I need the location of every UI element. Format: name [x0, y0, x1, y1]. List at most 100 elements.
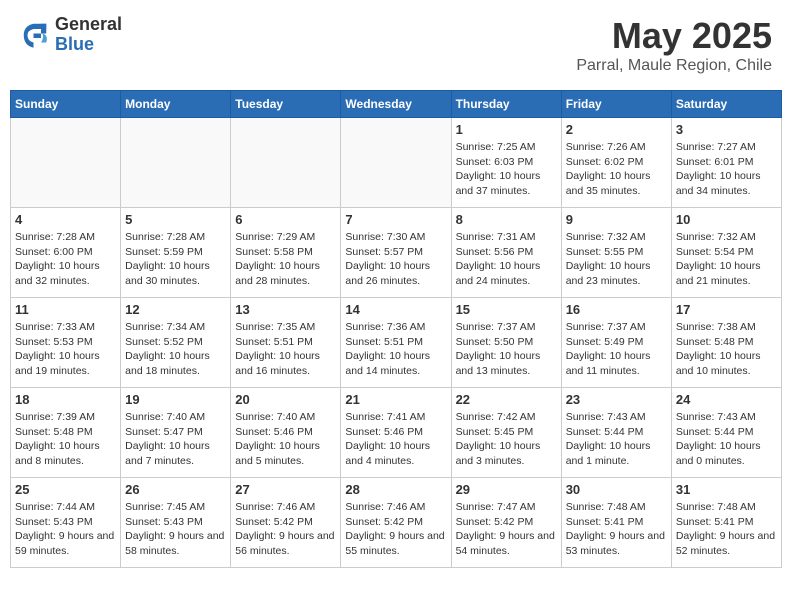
day-number: 16 [566, 302, 667, 317]
calendar-cell: 15Sunrise: 7:37 AM Sunset: 5:50 PM Dayli… [451, 298, 561, 388]
day-info: Sunrise: 7:27 AM Sunset: 6:01 PM Dayligh… [676, 140, 777, 199]
day-info: Sunrise: 7:40 AM Sunset: 5:47 PM Dayligh… [125, 410, 226, 469]
day-info: Sunrise: 7:44 AM Sunset: 5:43 PM Dayligh… [15, 500, 116, 559]
day-info: Sunrise: 7:39 AM Sunset: 5:48 PM Dayligh… [15, 410, 116, 469]
calendar-cell: 22 Sunrise: 7:42 AM Sunset: 5:45 PM Dayli… [451, 388, 561, 478]
day-info: Sunrise: 7:25 AM Sunset: 6:03 PM Dayligh… [456, 140, 557, 199]
day-info: Sunrise: 7:45 AM Sunset: 5:43 PM Dayligh… [125, 500, 226, 559]
calendar-cell: 3Sunrise: 7:27 AM Sunset: 6:01 PM Daylig… [671, 118, 781, 208]
day-number: 24 [676, 392, 777, 407]
calendar-cell: 6Sunrise: 7:29 AM Sunset: 5:58 PM Daylig… [231, 208, 341, 298]
calendar-week-row: 18 Sunrise: 7:39 AM Sunset: 5:48 PM Dayli… [11, 388, 782, 478]
calendar-cell [231, 118, 341, 208]
day-number: 19 [125, 392, 226, 407]
weekday-header-friday: Friday [561, 91, 671, 118]
calendar-cell: 17 Sunrise: 7:38 AM Sunset: 5:48 PM Dayli… [671, 298, 781, 388]
page-header: General Blue May 2025 Parral, Maule Regi… [10, 10, 782, 80]
day-info: Sunrise: 7:31 AM Sunset: 5:56 PM Dayligh… [456, 230, 557, 289]
day-info: Sunrise: 7:48 AM Sunset: 5:41 PM Dayligh… [676, 500, 777, 559]
day-number: 4 [15, 212, 116, 227]
calendar-cell [121, 118, 231, 208]
day-number: 23 [566, 392, 667, 407]
calendar-cell: 16 Sunrise: 7:37 AM Sunset: 5:49 PM Dayli… [561, 298, 671, 388]
title-block: May 2025 Parral, Maule Region, Chile [576, 15, 772, 75]
day-info: Sunrise: 7:46 AM Sunset: 5:42 PM Dayligh… [345, 500, 446, 559]
calendar-cell: 25 Sunrise: 7:44 AM Sunset: 5:43 PM Dayli… [11, 478, 121, 568]
day-number: 29 [456, 482, 557, 497]
day-info: Sunrise: 7:32 AM Sunset: 5:54 PM Dayligh… [676, 230, 777, 289]
day-number: 7 [345, 212, 446, 227]
calendar-cell: 30Sunrise: 7:48 AM Sunset: 5:41 PM Dayli… [561, 478, 671, 568]
weekday-header-row: SundayMondayTuesdayWednesdayThursdayFrid… [11, 91, 782, 118]
day-info: Sunrise: 7:37 AM Sunset: 5:49 PM Dayligh… [566, 320, 667, 379]
day-number: 9 [566, 212, 667, 227]
weekday-header-sunday: Sunday [11, 91, 121, 118]
day-number: 21 [345, 392, 446, 407]
day-info: Sunrise: 7:42 AM Sunset: 5:45 PM Dayligh… [456, 410, 557, 469]
calendar-cell: 31Sunrise: 7:48 AM Sunset: 5:41 PM Dayli… [671, 478, 781, 568]
calendar-cell: 28 Sunrise: 7:46 AM Sunset: 5:42 PM Dayli… [341, 478, 451, 568]
day-number: 22 [456, 392, 557, 407]
day-number: 25 [15, 482, 116, 497]
calendar-cell: 2 Sunrise: 7:26 AM Sunset: 6:02 PM Daylig… [561, 118, 671, 208]
calendar-cell: 8Sunrise: 7:31 AM Sunset: 5:56 PM Daylig… [451, 208, 561, 298]
weekday-header-tuesday: Tuesday [231, 91, 341, 118]
day-info: Sunrise: 7:28 AM Sunset: 6:00 PM Dayligh… [15, 230, 116, 289]
logo: General Blue [20, 15, 122, 55]
calendar-week-row: 25 Sunrise: 7:44 AM Sunset: 5:43 PM Dayli… [11, 478, 782, 568]
calendar-cell [11, 118, 121, 208]
day-info: Sunrise: 7:43 AM Sunset: 5:44 PM Dayligh… [566, 410, 667, 469]
day-info: Sunrise: 7:26 AM Sunset: 6:02 PM Dayligh… [566, 140, 667, 199]
calendar-cell: 23 Sunrise: 7:43 AM Sunset: 5:44 PM Dayli… [561, 388, 671, 478]
day-info: Sunrise: 7:47 AM Sunset: 5:42 PM Dayligh… [456, 500, 557, 559]
calendar-cell: 20 Sunrise: 7:40 AM Sunset: 5:46 PM Dayli… [231, 388, 341, 478]
calendar-cell: 21 Sunrise: 7:41 AM Sunset: 5:46 PM Dayli… [341, 388, 451, 478]
day-info: Sunrise: 7:43 AM Sunset: 5:44 PM Dayligh… [676, 410, 777, 469]
day-number: 28 [345, 482, 446, 497]
logo-blue-label: Blue [55, 35, 122, 55]
calendar-cell: 11Sunrise: 7:33 AM Sunset: 5:53 PM Dayli… [11, 298, 121, 388]
weekday-header-monday: Monday [121, 91, 231, 118]
day-number: 5 [125, 212, 226, 227]
weekday-header-wednesday: Wednesday [341, 91, 451, 118]
day-number: 2 [566, 122, 667, 137]
day-number: 26 [125, 482, 226, 497]
day-number: 18 [15, 392, 116, 407]
calendar-cell: 1 Sunrise: 7:25 AM Sunset: 6:03 PM Daylig… [451, 118, 561, 208]
calendar-week-row: 4 Sunrise: 7:28 AM Sunset: 6:00 PM Daylig… [11, 208, 782, 298]
calendar-cell: 10Sunrise: 7:32 AM Sunset: 5:54 PM Dayli… [671, 208, 781, 298]
day-info: Sunrise: 7:38 AM Sunset: 5:48 PM Dayligh… [676, 320, 777, 379]
day-info: Sunrise: 7:29 AM Sunset: 5:58 PM Dayligh… [235, 230, 336, 289]
weekday-header-saturday: Saturday [671, 91, 781, 118]
calendar-cell: 7 Sunrise: 7:30 AM Sunset: 5:57 PM Daylig… [341, 208, 451, 298]
day-info: Sunrise: 7:36 AM Sunset: 5:51 PM Dayligh… [345, 320, 446, 379]
month-title: May 2025 [576, 15, 772, 57]
calendar-body: 1 Sunrise: 7:25 AM Sunset: 6:03 PM Daylig… [11, 118, 782, 568]
calendar-cell: 26 Sunrise: 7:45 AM Sunset: 5:43 PM Dayli… [121, 478, 231, 568]
day-info: Sunrise: 7:48 AM Sunset: 5:41 PM Dayligh… [566, 500, 667, 559]
day-number: 17 [676, 302, 777, 317]
calendar-week-row: 11Sunrise: 7:33 AM Sunset: 5:53 PM Dayli… [11, 298, 782, 388]
calendar-header: SundayMondayTuesdayWednesdayThursdayFrid… [11, 91, 782, 118]
calendar-week-row: 1 Sunrise: 7:25 AM Sunset: 6:03 PM Daylig… [11, 118, 782, 208]
weekday-header-thursday: Thursday [451, 91, 561, 118]
logo-icon [20, 20, 50, 50]
calendar-cell: 4 Sunrise: 7:28 AM Sunset: 6:00 PM Daylig… [11, 208, 121, 298]
calendar-cell [341, 118, 451, 208]
day-info: Sunrise: 7:35 AM Sunset: 5:51 PM Dayligh… [235, 320, 336, 379]
day-info: Sunrise: 7:41 AM Sunset: 5:46 PM Dayligh… [345, 410, 446, 469]
day-info: Sunrise: 7:40 AM Sunset: 5:46 PM Dayligh… [235, 410, 336, 469]
day-number: 11 [15, 302, 116, 317]
day-info: Sunrise: 7:34 AM Sunset: 5:52 PM Dayligh… [125, 320, 226, 379]
calendar-cell: 13 Sunrise: 7:35 AM Sunset: 5:51 PM Dayli… [231, 298, 341, 388]
day-number: 12 [125, 302, 226, 317]
day-number: 13 [235, 302, 336, 317]
day-number: 20 [235, 392, 336, 407]
calendar-cell: 27Sunrise: 7:46 AM Sunset: 5:42 PM Dayli… [231, 478, 341, 568]
day-number: 1 [456, 122, 557, 137]
day-info: Sunrise: 7:30 AM Sunset: 5:57 PM Dayligh… [345, 230, 446, 289]
calendar-cell: 29 Sunrise: 7:47 AM Sunset: 5:42 PM Dayli… [451, 478, 561, 568]
calendar-cell: 18 Sunrise: 7:39 AM Sunset: 5:48 PM Dayli… [11, 388, 121, 478]
day-number: 14 [345, 302, 446, 317]
calendar-cell: 19 Sunrise: 7:40 AM Sunset: 5:47 PM Dayli… [121, 388, 231, 478]
